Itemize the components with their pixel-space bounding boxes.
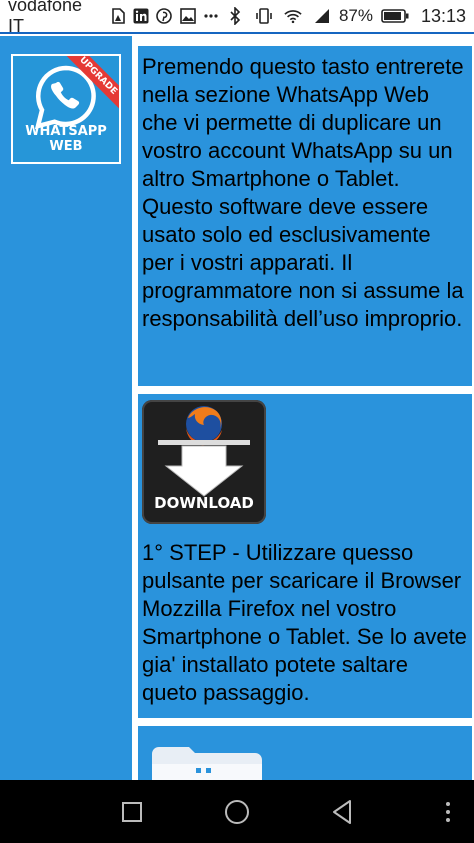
wifi-icon bbox=[284, 7, 302, 25]
status-bar: vodafone IT 87% 13:13 bbox=[0, 0, 474, 36]
back-icon bbox=[333, 800, 351, 824]
recents-button[interactable] bbox=[116, 796, 148, 828]
info-panel: Premendo questo tasto entrerete nella se… bbox=[138, 46, 472, 386]
sidebar: UPGRADE WHATSAPP WEB bbox=[0, 36, 132, 780]
dots-icon bbox=[203, 7, 220, 25]
linkedin-icon bbox=[132, 7, 149, 25]
battery-percent: 87% bbox=[338, 6, 373, 25]
content-column: Premendo questo tasto entrerete nella se… bbox=[138, 36, 474, 780]
bluetooth-icon bbox=[226, 7, 244, 25]
firefox-step-panel: DOWNLOAD 1° STEP - Utilizzare quesso pul… bbox=[138, 394, 472, 718]
clock: 13:13 bbox=[420, 5, 467, 26]
home-icon bbox=[225, 800, 249, 824]
menu-icon bbox=[446, 802, 450, 822]
whatsapp-web-label: WHATSAPP WEB bbox=[25, 124, 107, 154]
info-text: Premendo questo tasto entrerete nella se… bbox=[142, 54, 464, 331]
gallery-icon bbox=[179, 7, 196, 25]
pinterest-icon bbox=[156, 7, 173, 25]
navigation-bar bbox=[0, 780, 474, 843]
battery-icon bbox=[381, 7, 409, 25]
step-one-text: 1° STEP - Utilizzare quesso pulsante per… bbox=[142, 540, 467, 705]
whatsapp-web-button[interactable]: UPGRADE WHATSAPP WEB bbox=[11, 54, 121, 164]
download-firefox-button[interactable]: DOWNLOAD bbox=[142, 400, 266, 524]
main-content: UPGRADE WHATSAPP WEB Premendo questo tas… bbox=[0, 36, 474, 780]
carrier-name: vodafone IT bbox=[8, 0, 83, 36]
vibrate-icon bbox=[255, 7, 273, 25]
next-step-panel bbox=[138, 726, 472, 780]
signal-icon bbox=[313, 7, 331, 25]
download-label: DOWNLOAD bbox=[154, 494, 254, 512]
back-button[interactable] bbox=[326, 796, 358, 828]
sim-icon bbox=[109, 7, 126, 25]
home-button[interactable] bbox=[221, 796, 253, 828]
folder-icon bbox=[152, 747, 262, 780]
recents-icon bbox=[122, 802, 142, 822]
menu-button[interactable] bbox=[432, 796, 464, 828]
